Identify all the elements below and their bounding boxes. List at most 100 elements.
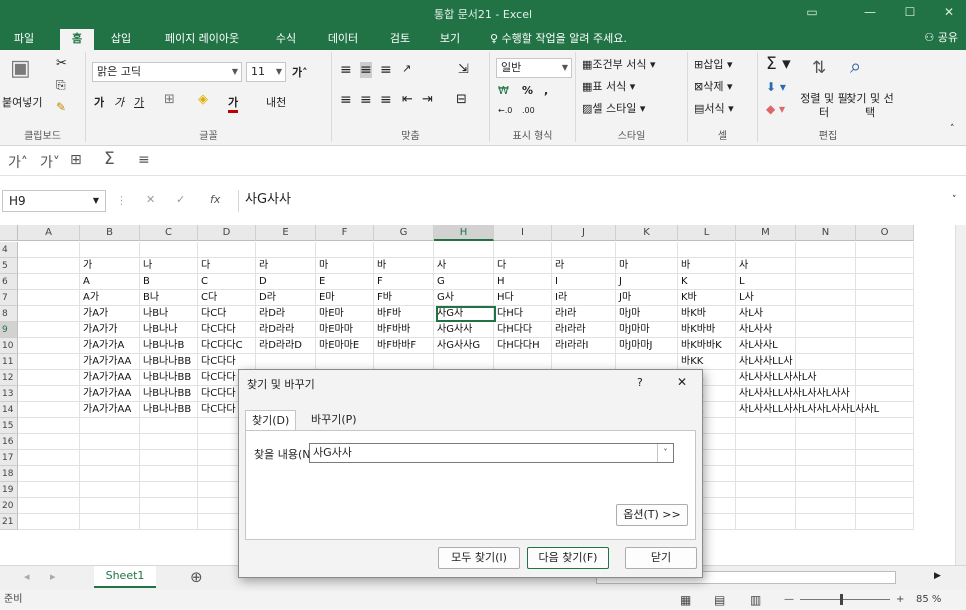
cell-styles-button[interactable]: ▨셀 스타일 ▾ <box>582 100 645 116</box>
cell[interactable]: J마 <box>616 290 678 306</box>
row-header[interactable]: 20 <box>0 498 18 514</box>
cell[interactable] <box>552 354 616 370</box>
zoom-in-icon[interactable]: + <box>896 590 904 610</box>
cell[interactable]: 나B나 <box>140 306 198 322</box>
zoom-level[interactable]: 85 % <box>916 590 941 610</box>
increase-font-icon[interactable]: 가˄ <box>8 152 28 172</box>
cell[interactable]: D라 <box>256 290 316 306</box>
cell[interactable]: 다H다다H <box>494 338 552 354</box>
find-select-label[interactable]: 찾기 및 선택 <box>846 92 894 120</box>
insert-function-icon[interactable]: fx <box>210 193 220 206</box>
cell[interactable]: K바 <box>678 290 736 306</box>
cell[interactable]: F <box>374 274 434 290</box>
tab-data[interactable]: 데이터 <box>318 29 368 50</box>
cell[interactable] <box>856 370 914 386</box>
tell-me-box[interactable]: ♀ 수행할 작업을 알려 주세요. <box>490 29 670 50</box>
maximize-icon[interactable]: ☐ <box>893 0 927 26</box>
phonetic-icon[interactable]: 내천 <box>266 94 286 110</box>
cell[interactable]: 바 <box>374 258 434 274</box>
cell[interactable] <box>198 242 256 258</box>
row-header[interactable]: 13 <box>0 386 18 402</box>
row-header[interactable]: 10 <box>0 338 18 354</box>
align-left-icon[interactable]: ≡ <box>340 92 352 108</box>
cell[interactable]: C다 <box>198 290 256 306</box>
paste-icon[interactable]: ▣ <box>10 56 31 81</box>
cell[interactable]: 라I라라 <box>552 322 616 338</box>
cell[interactable] <box>316 242 374 258</box>
cell[interactable]: 나B나나BB <box>140 402 198 418</box>
cell[interactable]: 라I라 <box>552 306 616 322</box>
insert-cells-button[interactable]: ⊞삽입 ▾ <box>694 56 733 72</box>
cell[interactable]: 다C다 <box>198 306 256 322</box>
column-header[interactable]: M <box>736 225 796 241</box>
column-header[interactable]: F <box>316 225 374 241</box>
cell[interactable] <box>678 242 736 258</box>
cell[interactable] <box>80 434 140 450</box>
ribbon-display-icon[interactable]: ▭ <box>795 0 829 26</box>
cell[interactable] <box>18 498 80 514</box>
cell[interactable] <box>434 242 494 258</box>
tab-replace[interactable]: 바꾸기(P) <box>305 410 363 431</box>
row-header[interactable]: 21 <box>0 514 18 530</box>
row-header[interactable]: 11 <box>0 354 18 370</box>
cell[interactable] <box>616 242 678 258</box>
cell[interactable]: A <box>80 274 140 290</box>
column-header[interactable]: J <box>552 225 616 241</box>
cell[interactable] <box>796 418 856 434</box>
wrap-text-icon[interactable]: ⇲ <box>458 62 469 77</box>
cell[interactable]: 사L사사 <box>736 322 796 338</box>
format-painter-icon[interactable]: ✎ <box>56 100 66 114</box>
cell[interactable]: A가 <box>80 290 140 306</box>
cell[interactable] <box>736 418 796 434</box>
chevron-down-icon[interactable]: ˅ <box>657 444 673 462</box>
cell[interactable]: B나 <box>140 290 198 306</box>
cell[interactable] <box>18 386 80 402</box>
cell[interactable] <box>140 498 198 514</box>
cell[interactable] <box>434 354 494 370</box>
align-top-icon[interactable]: ≡ <box>340 62 352 78</box>
cell[interactable]: B <box>140 274 198 290</box>
cell[interactable] <box>856 242 914 258</box>
cell[interactable] <box>796 322 856 338</box>
fill-color-icon[interactable]: ◈ <box>198 92 208 107</box>
cell[interactable] <box>316 354 374 370</box>
cell[interactable]: L사 <box>736 290 796 306</box>
delete-cells-button[interactable]: ⊠삭제 ▾ <box>694 78 733 94</box>
cell[interactable] <box>856 290 914 306</box>
cell[interactable]: 사L사사LL사 <box>736 354 796 370</box>
fill-icon[interactable]: ⬇ ▾ <box>766 80 786 94</box>
cell[interactable]: 다C다다 <box>198 354 256 370</box>
cell[interactable]: 라I라라I <box>552 338 616 354</box>
cell[interactable]: 라 <box>256 258 316 274</box>
tab-insert[interactable]: 삽입 <box>104 29 138 50</box>
cell[interactable] <box>18 482 80 498</box>
cell[interactable] <box>80 466 140 482</box>
column-header[interactable]: H <box>434 225 494 241</box>
row-header[interactable]: 5 <box>0 258 18 274</box>
cut-icon[interactable]: ✂ <box>56 56 67 71</box>
cell[interactable]: 마E마마E <box>316 338 374 354</box>
column-header[interactable]: L <box>678 225 736 241</box>
row-header[interactable]: 9 <box>0 322 18 338</box>
row-header[interactable]: 12 <box>0 370 18 386</box>
cell[interactable] <box>256 242 316 258</box>
close-window-icon[interactable]: ✕ <box>932 0 966 26</box>
dialog-close-icon[interactable]: ✕ <box>677 375 687 389</box>
cell[interactable]: 가A가가AA <box>80 402 140 418</box>
cell[interactable]: 라D라라D <box>256 338 316 354</box>
border-icon[interactable]: ⊞ <box>164 92 175 107</box>
currency-icon[interactable]: ₩ <box>498 84 509 97</box>
cell[interactable]: 바F바 <box>374 306 434 322</box>
cell[interactable] <box>796 450 856 466</box>
grow-font-icon[interactable]: 가˄ <box>292 64 308 80</box>
sort-filter-label[interactable]: 정렬 및 필터 <box>800 92 848 120</box>
align-middle-icon[interactable]: ≡ <box>360 62 372 78</box>
select-all-corner[interactable] <box>0 225 18 241</box>
cell[interactable] <box>796 242 856 258</box>
tab-find[interactable]: 찾기(D) <box>245 410 297 431</box>
cell[interactable]: 다C다다 <box>198 322 256 338</box>
cell[interactable]: 마E마마 <box>316 322 374 338</box>
row-header[interactable]: 19 <box>0 482 18 498</box>
row-header[interactable]: 16 <box>0 434 18 450</box>
cell[interactable]: K <box>678 274 736 290</box>
